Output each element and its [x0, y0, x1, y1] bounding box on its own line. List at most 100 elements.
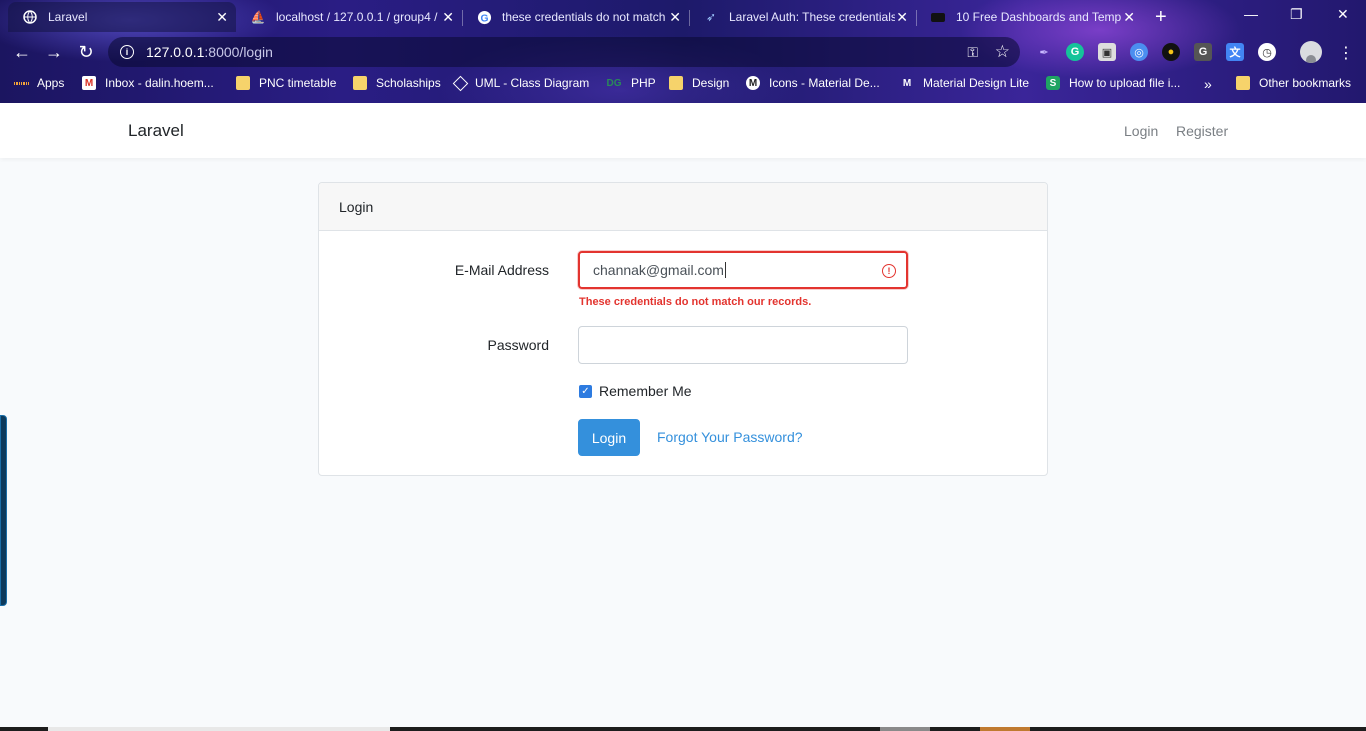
email-field[interactable]: channak@gmail.com !: [578, 251, 908, 289]
profile-avatar[interactable]: [1300, 41, 1322, 63]
taskbar-strip: [0, 727, 1366, 731]
reload-icon[interactable]: ↻: [75, 41, 97, 63]
bookmarks-bar: Apps M Inbox - dalin.hoem... PNC timetab…: [0, 70, 1366, 98]
bookmark-label: Inbox - dalin.hoem...: [105, 76, 214, 90]
login-button[interactable]: Login: [578, 419, 640, 456]
s-icon: S: [1046, 76, 1060, 90]
side-panel-handle[interactable]: [0, 415, 7, 606]
app-navbar: Laravel Login Register: [0, 103, 1366, 158]
tab-label: these credentials do not match: [502, 10, 666, 24]
grammarly-icon[interactable]: G: [1066, 43, 1084, 61]
url-host: 127.0.0.1: [146, 44, 205, 60]
bookmark-design[interactable]: Design: [669, 76, 729, 90]
new-tab-button[interactable]: +: [1155, 6, 1167, 29]
gmail-icon: M: [82, 76, 96, 90]
bookmark-other[interactable]: Other bookmarks: [1236, 76, 1351, 90]
arrow-icon: ➶: [705, 10, 717, 24]
bookmark-scholaships[interactable]: Scholaships: [353, 76, 441, 90]
bookmark-label: Scholaships: [376, 76, 441, 90]
bookmark-label: How to upload file i...: [1069, 76, 1181, 90]
close-tab-icon[interactable]: ✕: [1123, 9, 1135, 26]
quill-extension-icon[interactable]: ✒: [1035, 43, 1053, 61]
tab-google-search[interactable]: G these credentials do not match ✕: [462, 2, 689, 32]
clock-extension-icon[interactable]: ◷: [1258, 43, 1276, 61]
close-tab-icon[interactable]: ✕: [669, 9, 681, 26]
folder-icon: [669, 76, 683, 90]
key-icon[interactable]: ⚿: [967, 44, 978, 61]
tab-dashboards[interactable]: 10 Free Dashboards and Temp ✕: [916, 2, 1143, 32]
remember-me-label[interactable]: Remember Me: [599, 383, 692, 399]
password-field[interactable]: [578, 326, 908, 364]
minimize-icon[interactable]: —: [1244, 6, 1258, 22]
dashboard-icon: [930, 9, 946, 25]
g-extension-icon[interactable]: G: [1194, 43, 1212, 61]
url-path: :8000/login: [204, 44, 273, 60]
info-icon[interactable]: i: [120, 45, 134, 59]
php-icon: DG: [606, 77, 622, 89]
taskbar-segment: [880, 727, 930, 731]
browser-chrome: Laravel ✕ ⛵ localhost / 127.0.0.1 / grou…: [0, 0, 1366, 103]
tab-laravel-auth[interactable]: ➶ Laravel Auth: These credentials ✕: [689, 2, 916, 32]
bookmark-inbox[interactable]: M Inbox - dalin.hoem...: [82, 76, 214, 90]
text-caret: [724, 262, 726, 278]
bookmark-php[interactable]: DG PHP: [606, 76, 656, 90]
uml-icon: [452, 75, 469, 91]
bookmark-apps[interactable]: Apps: [14, 76, 64, 90]
bookmark-label: PHP: [631, 76, 656, 90]
more-bookmarks-icon[interactable]: »: [1204, 76, 1212, 92]
translate-icon[interactable]: 文: [1226, 43, 1244, 61]
taskbar-segment: [980, 727, 1030, 731]
search-extension-icon[interactable]: ◎: [1130, 43, 1148, 61]
card-header: Login: [319, 183, 1047, 231]
login-card: Login E-Mail Address channak@gmail.com !…: [318, 182, 1048, 476]
bookmark-label: Material Design Lite: [923, 76, 1030, 90]
phpmyadmin-icon: ⛵: [250, 10, 266, 24]
screenshot-extension-icon[interactable]: ▣: [1098, 43, 1116, 61]
globe-icon: [22, 9, 38, 25]
forward-icon[interactable]: →: [43, 41, 65, 63]
nav-login-link[interactable]: Login: [1124, 123, 1158, 139]
restore-icon[interactable]: ❐: [1290, 6, 1303, 23]
brand-link[interactable]: Laravel: [128, 121, 184, 141]
close-tab-icon[interactable]: ✕: [896, 9, 908, 26]
remember-me-checkbox[interactable]: ✓: [579, 385, 592, 398]
close-tab-icon[interactable]: ✕: [442, 9, 454, 26]
folder-icon: [353, 76, 367, 90]
taskbar-segment: [48, 727, 390, 731]
tab-label: Laravel: [48, 10, 88, 24]
back-icon[interactable]: ←: [11, 41, 33, 63]
tab-label: Laravel Auth: These credentials: [729, 10, 895, 24]
close-tab-icon[interactable]: ✕: [216, 9, 228, 26]
tab-phpmyadmin[interactable]: ⛵ localhost / 127.0.0.1 / group4 / ✕: [236, 2, 462, 32]
bookmark-star-icon[interactable]: ☆: [995, 42, 1010, 62]
music-extension-icon[interactable]: ●: [1162, 43, 1180, 61]
tab-label: localhost / 127.0.0.1 / group4 /: [276, 10, 438, 24]
bookmark-uml[interactable]: UML - Class Diagram: [452, 75, 590, 91]
forgot-password-link[interactable]: Forgot Your Password?: [657, 429, 803, 445]
material-icon: M: [746, 76, 760, 90]
tab-label: 10 Free Dashboards and Temp: [956, 10, 1122, 24]
bookmark-label: Other bookmarks: [1259, 76, 1352, 90]
bookmark-label: UML - Class Diagram: [475, 76, 590, 90]
bookmark-label: Apps: [37, 76, 65, 90]
google-icon: G: [476, 9, 492, 25]
address-bar[interactable]: i 127.0.0.1:8000/login ⚿ ☆: [108, 37, 1020, 67]
mdl-icon: M: [902, 77, 912, 89]
url-text: 127.0.0.1:8000/login: [146, 44, 273, 60]
tab-laravel[interactable]: Laravel ✕: [8, 2, 236, 32]
bookmark-upload[interactable]: S How to upload file i...: [1046, 76, 1180, 90]
bookmark-label: Design: [692, 76, 730, 90]
email-error-message: These credentials do not match our recor…: [579, 296, 812, 308]
email-label: E-Mail Address: [454, 262, 549, 278]
svg-text:G: G: [480, 13, 488, 24]
menu-dots-icon[interactable]: ⋮: [1338, 43, 1354, 63]
apps-grid-icon: [14, 76, 28, 90]
close-window-icon[interactable]: ✕: [1337, 6, 1349, 23]
bookmark-mdl[interactable]: M Material Design Lite: [900, 76, 1029, 90]
folder-icon: [236, 76, 250, 90]
error-icon: !: [882, 264, 896, 278]
bookmark-material-icons[interactable]: M Icons - Material De...: [746, 76, 880, 90]
email-value: channak@gmail.com: [593, 262, 724, 278]
bookmark-pnc-timetable[interactable]: PNC timetable: [236, 76, 336, 90]
nav-register-link[interactable]: Register: [1176, 123, 1228, 139]
